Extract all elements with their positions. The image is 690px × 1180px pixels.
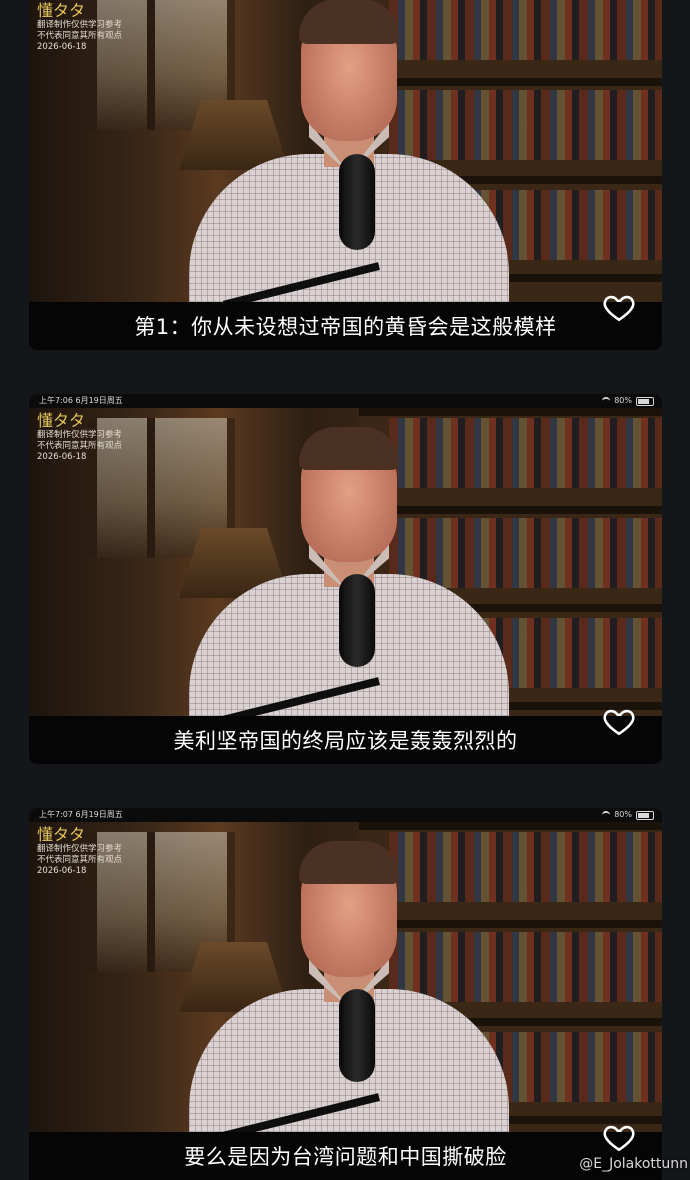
wifi-icon — [602, 811, 611, 819]
watermark-brand: 懂タタ — [37, 825, 86, 844]
heart-icon[interactable] — [602, 704, 636, 738]
video-screenshot-1: 懂タタ 翻译制作仅供学习参考 不代表同意其所有观点 2026-06-18 第1：… — [29, 0, 662, 350]
status-time: 上午7:06 6月19日周五 — [39, 396, 123, 405]
watermark-line-2: 不代表同意其所有观点 — [37, 441, 123, 451]
battery-percent: 80% — [614, 810, 632, 819]
watermark-brand: 懂タタ — [37, 1, 86, 20]
video-screenshot-3: 上午7:07 6月19日周五 80% 懂タタ 翻译制作仅供学习参考 不代表同意其… — [29, 808, 662, 1180]
repost-watermark: @E_Jolakottunn — [579, 1156, 688, 1172]
subtitle-text: 美利坚帝国的终局应该是轰轰烈烈的 — [173, 729, 518, 753]
watermark-date: 2026-06-18 — [37, 42, 87, 52]
watermark-date: 2026-06-18 — [37, 866, 87, 876]
video-screenshot-2: 上午7:06 6月19日周五 80% 懂タタ 翻译制作仅供学习参考 不代表同意其… — [29, 394, 662, 764]
watermark-line-1: 翻译制作仅供学习参考 — [37, 844, 123, 854]
status-bar: 上午7:07 6月19日周五 80% — [29, 808, 662, 822]
watermark-line-1: 翻译制作仅供学习参考 — [37, 430, 123, 440]
heart-icon[interactable] — [602, 290, 636, 324]
status-bar: 上午7:06 6月19日周五 80% — [29, 394, 662, 408]
status-time: 上午7:07 6月19日周五 — [39, 810, 123, 819]
microphone — [339, 153, 375, 251]
video-frame: 懂タタ 翻译制作仅供学习参考 不代表同意其所有观点 2026-06-18 — [29, 822, 662, 1140]
watermark-date: 2026-06-18 — [37, 452, 87, 462]
subtitle-bar: 要么是因为台湾问题和中国撕破脸 — [29, 1132, 662, 1180]
wifi-icon — [602, 397, 611, 405]
channel-watermark: 懂タタ 翻译制作仅供学习参考 不代表同意其所有观点 2026-06-18 — [37, 2, 122, 53]
video-frame: 懂タタ 翻译制作仅供学习参考 不代表同意其所有观点 2026-06-18 — [29, 0, 662, 309]
subtitle-text: 第1：你从未设想过帝国的黄昏会是这般模样 — [134, 315, 557, 339]
speaker — [189, 0, 509, 309]
battery-icon — [636, 810, 654, 820]
watermark-line-2: 不代表同意其所有观点 — [37, 31, 123, 41]
channel-watermark: 懂タタ 翻译制作仅供学习参考 不代表同意其所有观点 2026-06-18 — [37, 826, 122, 877]
watermark-line-2: 不代表同意其所有观点 — [37, 855, 123, 865]
speaker — [189, 408, 509, 724]
watermark-brand: 懂タタ — [37, 411, 86, 430]
battery-icon — [636, 396, 654, 406]
speaker — [189, 822, 509, 1140]
subtitle-bar: 美利坚帝国的终局应该是轰轰烈烈的 — [29, 716, 662, 764]
microphone — [339, 989, 375, 1083]
video-frame: 懂タタ 翻译制作仅供学习参考 不代表同意其所有观点 2026-06-18 — [29, 408, 662, 724]
heart-icon[interactable] — [602, 1120, 636, 1154]
channel-watermark: 懂タタ 翻译制作仅供学习参考 不代表同意其所有观点 2026-06-18 — [37, 412, 122, 463]
microphone — [339, 574, 375, 667]
subtitle-text: 要么是因为台湾问题和中国撕破脸 — [184, 1145, 507, 1169]
subtitle-bar: 第1：你从未设想过帝国的黄昏会是这般模样 — [29, 302, 662, 350]
watermark-line-1: 翻译制作仅供学习参考 — [37, 20, 123, 30]
battery-percent: 80% — [614, 396, 632, 405]
